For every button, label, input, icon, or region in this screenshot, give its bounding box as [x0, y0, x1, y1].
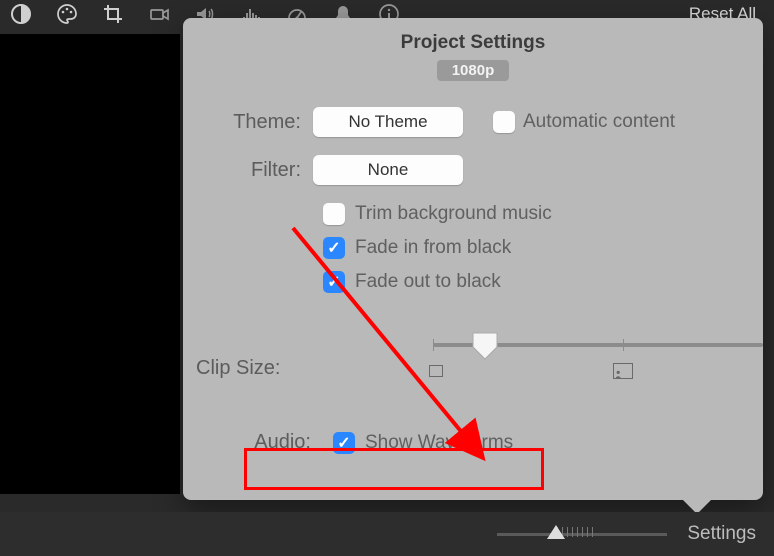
zoom-thumb[interactable]	[547, 525, 565, 539]
theme-select[interactable]: No Theme	[313, 107, 463, 137]
clipsize-slider[interactable]	[433, 333, 764, 403]
project-settings-popover: Project Settings 1080p Theme: No Theme A…	[183, 18, 763, 500]
filter-select[interactable]: None	[313, 155, 463, 185]
zoom-slider[interactable]	[497, 519, 667, 549]
automatic-content-checkbox[interactable]	[493, 111, 515, 133]
trim-checkbox[interactable]	[323, 203, 345, 225]
trim-label: Trim background music	[355, 203, 552, 225]
fadein-label: Fade in from black	[355, 237, 511, 259]
popover-title: Project Settings	[183, 32, 763, 54]
fadeout-checkbox[interactable]: ✓	[323, 271, 345, 293]
palette-icon[interactable]	[56, 3, 78, 25]
filter-label: Filter:	[183, 159, 313, 182]
resolution-badge[interactable]: 1080p	[437, 60, 509, 81]
fadein-checkbox[interactable]: ✓	[323, 237, 345, 259]
thumb-big-icon	[613, 363, 633, 379]
bottom-bar: Settings	[0, 512, 774, 556]
annotation-highlight-box	[244, 448, 544, 490]
settings-button[interactable]: Settings	[687, 523, 756, 545]
preview-area	[0, 34, 180, 494]
theme-label: Theme:	[183, 111, 313, 134]
automatic-content-label: Automatic content	[523, 111, 675, 133]
clipsize-label: Clip Size:	[183, 357, 293, 380]
contrast-icon[interactable]	[10, 3, 32, 25]
fadeout-label: Fade out to black	[355, 271, 501, 293]
thumb-small-icon	[429, 365, 443, 377]
camera-icon[interactable]	[148, 3, 170, 25]
crop-icon[interactable]	[102, 3, 124, 25]
